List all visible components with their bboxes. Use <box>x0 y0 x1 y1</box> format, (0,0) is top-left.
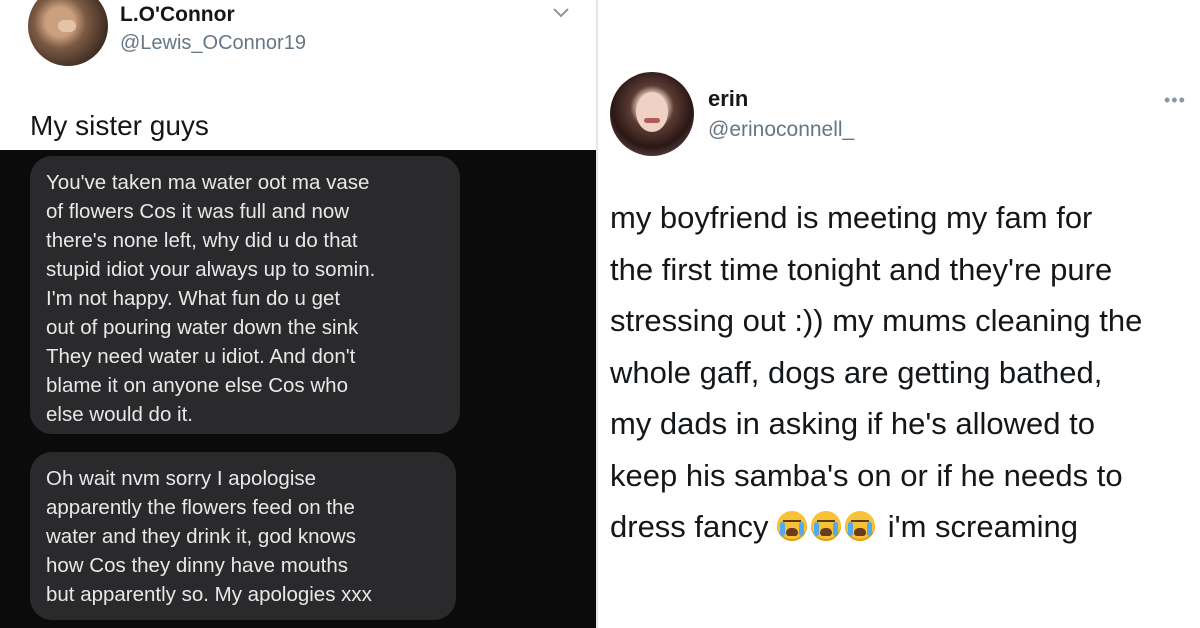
loudly-crying-face-icon <box>811 511 842 541</box>
message-line: You've taken ma water oot ma vase <box>46 171 370 194</box>
more-options-icon[interactable]: ••• <box>1164 90 1186 111</box>
tweet-text: my boyfriend is meeting my fam for the f… <box>610 192 1200 553</box>
message-line: Oh wait nvm sorry I apologise <box>46 467 317 490</box>
message-line: of flowers Cos it was full and now <box>46 200 350 223</box>
tweet-line-end: i'm screaming <box>887 509 1079 544</box>
user-handle[interactable]: @Lewis_OConnor19 <box>120 32 306 55</box>
tweet-line: my dads in asking if he's allowed to <box>610 406 1095 441</box>
user-handle[interactable]: @erinoconnell_ <box>708 118 854 142</box>
message-line: how Cos they dinny have mouths <box>46 554 348 577</box>
message-line: I'm not happy. What fun do u get <box>46 287 341 310</box>
message-line: stupid idiot your always up to somin. <box>46 258 376 281</box>
message-line: blame it on anyone else Cos who <box>46 374 348 397</box>
message-line: out of pouring water down the sink <box>46 316 359 339</box>
left-tweet: L.O'Connor @Lewis_OConnor19 My sister gu… <box>0 0 596 628</box>
tweet-line: the first time tonight and they're pure <box>610 251 1113 287</box>
chevron-down-icon[interactable] <box>552 6 570 20</box>
message-line: else would do it. <box>46 403 194 426</box>
tweet-line: whole gaff, dogs are getting bathed, <box>610 354 1103 390</box>
tweet-line: my boyfriend is meeting my fam for <box>610 200 1093 235</box>
tweet-text: My sister guys <box>30 110 209 141</box>
message-line: They need water u idiot. And don't <box>46 345 356 368</box>
message-line: but apparently so. My apologies xxx <box>46 583 372 606</box>
message-bubble: Oh wait nvm sorry I apologise apparently… <box>30 452 456 620</box>
message-line: apparently the flowers feed on the <box>46 496 355 519</box>
tweet-line: dress fancy i'm screaming <box>610 501 1200 553</box>
message-screenshot: You've taken ma water oot ma vase of flo… <box>0 150 596 628</box>
tweet-line: keep his samba's on or if he needs to <box>610 457 1123 493</box>
display-name[interactable]: erin <box>708 86 748 112</box>
message-line: water and they drink it, god knows <box>46 525 356 548</box>
avatar[interactable] <box>28 0 108 66</box>
message-bubble: You've taken ma water oot ma vase of flo… <box>30 156 460 434</box>
loudly-crying-face-icon <box>845 511 876 541</box>
right-tweet: erin @erinoconnell_ ••• my boyfriend is … <box>598 0 1200 628</box>
tweet-line-start: dress fancy <box>610 509 769 544</box>
avatar[interactable] <box>610 72 694 156</box>
tweet-line: stressing out :)) my mums cleaning the <box>610 303 1143 338</box>
message-line: there's none left, why did u do that <box>46 229 358 252</box>
display-name[interactable]: L.O'Connor <box>120 3 235 27</box>
loudly-crying-face-icon <box>777 511 808 541</box>
